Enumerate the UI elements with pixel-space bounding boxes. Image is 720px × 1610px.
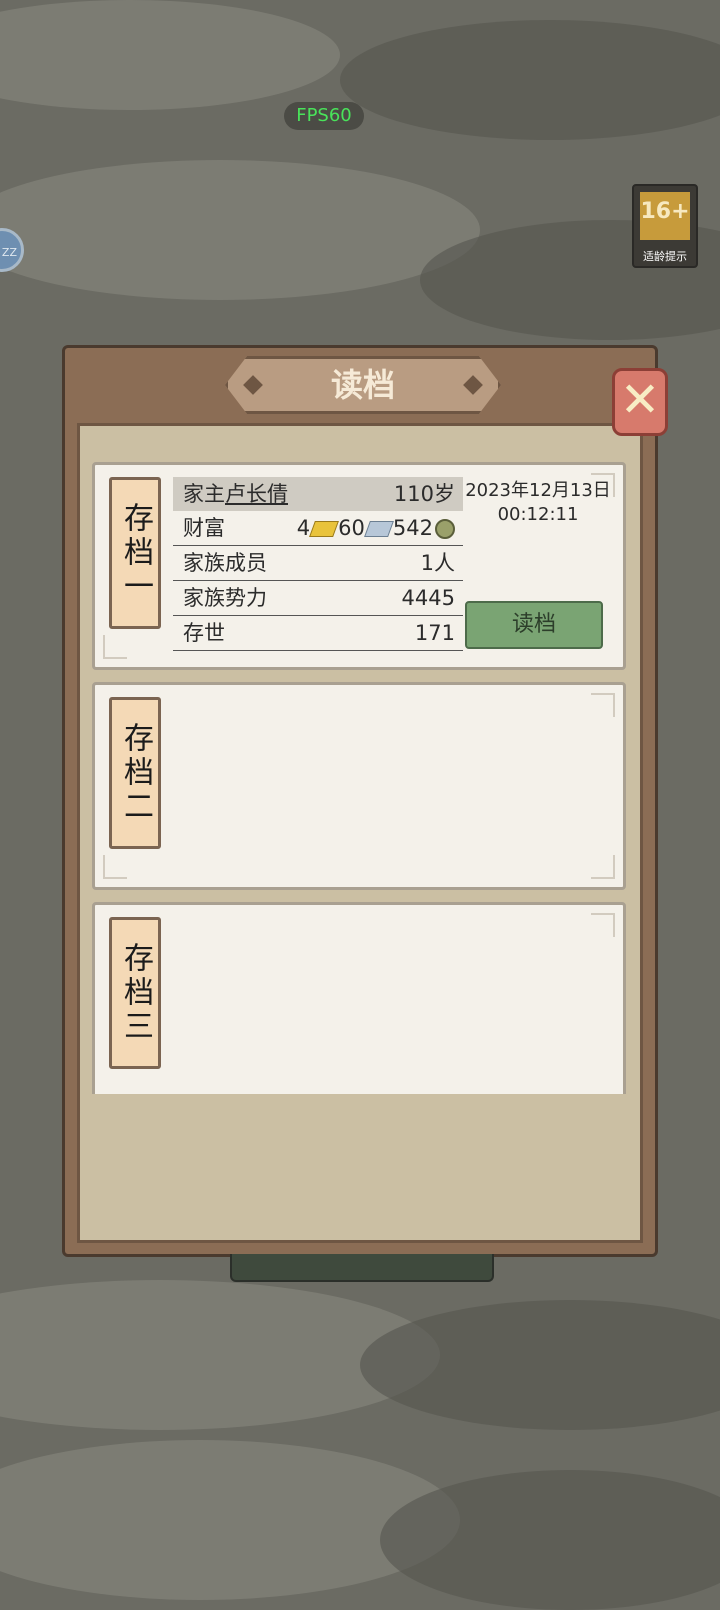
coin-count: 542: [392, 516, 433, 540]
head-name[interactable]: 卢长倩: [225, 482, 288, 506]
save-slot-1[interactable]: 存档一 家主卢长倩 110岁 财富 4 60 542 家族成员 1人 家族势力 44…: [92, 462, 626, 670]
slot-label: 存档二: [109, 697, 161, 849]
fps-counter: FPS60: [284, 102, 364, 130]
wealth-row: 财富 4 60 542: [173, 511, 463, 546]
gold-ingot-icon: [309, 521, 340, 537]
corner-ornament-icon: [591, 913, 615, 937]
age-rating: 16+: [640, 192, 690, 240]
dialog-footer-area: [88, 1094, 630, 1212]
wealth-values: 4 60 542: [297, 511, 455, 545]
generation-label: 存世: [183, 621, 225, 645]
save-time: 00:12:11: [497, 504, 579, 525]
head-row: 家主卢长倩 110岁: [173, 477, 463, 511]
silver-count: 60: [338, 516, 365, 540]
power-row: 家族势力 4445: [173, 581, 463, 616]
dialog-title-plaque: 读档: [225, 356, 501, 414]
slot-label: 存档一: [109, 477, 161, 629]
generation-row: 存世 171: [173, 616, 463, 651]
slot-label: 存档三: [109, 917, 161, 1069]
save-slot-3[interactable]: 存档三: [92, 902, 626, 1102]
head-label: 家主: [183, 482, 225, 506]
members-row: 家族成员 1人: [173, 546, 463, 581]
generation-value: 171: [414, 621, 455, 645]
members-value: 1人: [420, 551, 455, 575]
members-label: 家族成员: [183, 551, 267, 575]
dialog-title: 读档: [330, 366, 395, 404]
corner-ornament-icon: [591, 473, 615, 497]
age-rating-caption: 适龄提示: [643, 250, 687, 263]
corner-ornament-icon: [591, 693, 615, 717]
age-rating-badge[interactable]: 16+ 适龄提示: [632, 184, 698, 268]
corner-ornament-icon: [103, 635, 127, 659]
power-value: 4445: [401, 586, 455, 610]
silver-ingot-icon: [363, 521, 394, 537]
head-age: 110岁: [393, 482, 455, 506]
close-x-icon: ✕: [619, 372, 661, 428]
dialog-bottom-tab: [230, 1254, 494, 1282]
wealth-label: 财富: [183, 516, 225, 540]
save-info-table: 家主卢长倩 110岁 财富 4 60 542 家族成员 1人 家族势力 4445 存…: [173, 477, 463, 651]
corner-ornament-icon: [103, 855, 127, 879]
load-button[interactable]: 读档: [465, 601, 603, 649]
corner-ornament-icon: [591, 855, 615, 879]
close-button[interactable]: ✕: [612, 368, 668, 436]
save-slot-2[interactable]: 存档二: [92, 682, 626, 890]
copper-coin-icon: [435, 519, 455, 539]
power-label: 家族势力: [183, 586, 267, 610]
